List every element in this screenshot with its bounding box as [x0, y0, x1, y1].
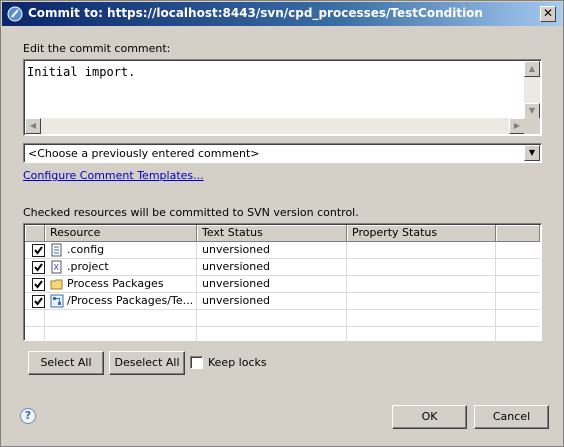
table-row[interactable]: X .project unversioned: [25, 259, 540, 276]
commit-comment-text: Initial import.: [27, 65, 136, 79]
scroll-corner: [524, 118, 540, 134]
comment-vertical-scrollbar[interactable]: ▲ ▼: [524, 61, 540, 119]
keep-locks-label: Keep locks: [208, 356, 267, 369]
text-status: unversioned: [197, 259, 347, 275]
table-header: Resource Text Status Property Status: [25, 225, 540, 242]
table-row[interactable]: Process Packages unversioned: [25, 276, 540, 293]
column-header-filler: [496, 225, 540, 242]
table-row-empty: [25, 310, 540, 327]
commit-comment-textarea[interactable]: Initial import. ▲ ▼ ◀ ▶: [23, 59, 542, 136]
title-bar: Commit to: https://localhost:8443/svn/cp…: [2, 2, 562, 26]
cancel-button[interactable]: Cancel: [474, 405, 549, 429]
table-row-empty: [25, 327, 540, 344]
resource-name: .config: [67, 242, 197, 258]
table-row[interactable]: /Process Packages/Te... unversioned: [25, 293, 540, 310]
column-header-text-status[interactable]: Text Status: [197, 225, 347, 242]
checkmark-icon: [34, 297, 43, 306]
deselect-all-button[interactable]: Deselect All: [109, 351, 185, 375]
row-checkbox[interactable]: [32, 278, 45, 291]
select-all-button[interactable]: Select All: [28, 351, 104, 375]
property-status: [347, 276, 496, 292]
text-status: unversioned: [197, 276, 347, 292]
text-status: unversioned: [197, 242, 347, 258]
comment-label: Edit the commit comment:: [23, 42, 171, 55]
xml-file-icon: X: [51, 260, 62, 274]
ok-button[interactable]: OK: [392, 405, 467, 429]
scroll-down-icon[interactable]: ▼: [524, 103, 540, 119]
property-status: [347, 293, 496, 309]
svn-app-icon: [7, 6, 23, 22]
scroll-right-icon[interactable]: ▶: [509, 118, 525, 134]
process-file-icon: [50, 294, 64, 308]
property-status: [347, 259, 496, 275]
chevron-down-icon[interactable]: ▼: [524, 145, 540, 161]
scroll-up-icon[interactable]: ▲: [524, 61, 540, 77]
column-header-check[interactable]: [25, 225, 45, 242]
column-header-resource[interactable]: Resource: [45, 225, 197, 242]
checkmark-icon: [34, 246, 43, 255]
window-title: Commit to: https://localhost:8443/svn/cp…: [28, 6, 483, 20]
commit-dialog: Commit to: https://localhost:8443/svn/cp…: [0, 0, 564, 447]
table-row[interactable]: .config unversioned: [25, 242, 540, 259]
resource-name: .project: [67, 259, 197, 275]
row-checkbox[interactable]: [32, 261, 45, 274]
comment-horizontal-scrollbar[interactable]: ◀ ▶: [25, 118, 525, 134]
checkmark-icon: [34, 280, 43, 289]
configure-templates-link[interactable]: Configure Comment Templates...: [23, 169, 204, 182]
resource-name: Process Packages: [67, 276, 197, 292]
previous-comment-dropdown[interactable]: <Choose a previously entered comment> ▼: [23, 143, 542, 163]
property-status: [347, 242, 496, 258]
svg-text:X: X: [54, 263, 60, 272]
row-checkbox[interactable]: [32, 295, 45, 308]
help-icon[interactable]: ?: [20, 408, 36, 424]
resources-table: Resource Text Status Property Status .co…: [23, 223, 542, 344]
row-checkbox[interactable]: [32, 244, 45, 257]
folder-icon: [50, 279, 63, 290]
close-button[interactable]: ✕: [540, 6, 556, 22]
keep-locks-checkbox[interactable]: [190, 356, 203, 369]
resources-label: Checked resources will be committed to S…: [23, 206, 359, 219]
previous-comment-value: <Choose a previously entered comment>: [28, 147, 260, 160]
scroll-left-icon[interactable]: ◀: [25, 118, 41, 134]
config-file-icon: [51, 243, 62, 257]
text-status: unversioned: [197, 293, 347, 309]
column-header-property-status[interactable]: Property Status: [347, 225, 496, 242]
resource-name: /Process Packages/Te...: [67, 293, 197, 309]
checkmark-icon: [34, 263, 43, 272]
